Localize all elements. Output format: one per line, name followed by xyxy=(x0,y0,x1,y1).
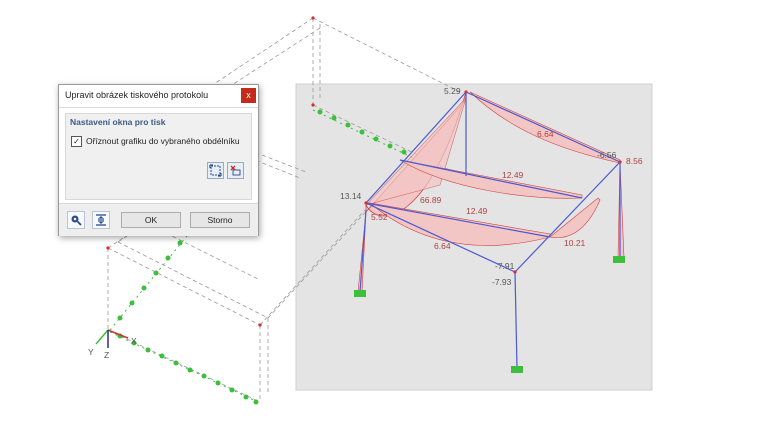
result-label: 10.21 xyxy=(564,238,586,248)
axis-x-label: X xyxy=(131,336,137,346)
result-label: 5.29 xyxy=(444,86,461,96)
dialog-title: Upravit obrázek tiskového protokolu xyxy=(65,90,209,100)
result-label: -7.91 xyxy=(495,261,515,271)
dialog-titlebar[interactable]: Upravit obrázek tiskového protokolu x xyxy=(59,85,258,108)
reset-rectangle-icon[interactable] xyxy=(227,162,244,179)
result-label: 6.64 xyxy=(537,129,554,139)
fit-height-icon[interactable] xyxy=(92,211,110,229)
axis-z-label: Z xyxy=(104,350,109,360)
result-label: 5.52 xyxy=(371,212,388,222)
cancel-button[interactable]: Storno xyxy=(190,212,250,228)
edit-print-image-dialog: Upravit obrázek tiskového protokolu x Na… xyxy=(58,84,259,236)
crop-checkbox-label[interactable]: Oříznout grafiku do vybraného obdélníku xyxy=(86,136,240,146)
coordinate-axes: X Y Z xyxy=(88,329,137,360)
result-label: -6.56 xyxy=(597,150,617,160)
result-label: 12.49 xyxy=(466,206,488,216)
result-label: -7.93 xyxy=(492,277,512,287)
result-label: 8.56 xyxy=(626,156,643,166)
result-label: 6.64 xyxy=(434,241,451,251)
crop-checkbox[interactable]: ✓ xyxy=(71,136,82,147)
group-title: Nastavení okna pro tisk xyxy=(70,117,166,127)
search-info-icon[interactable] xyxy=(67,211,85,229)
result-label: 12.49 xyxy=(502,170,524,180)
axis-y-label: Y xyxy=(88,347,94,357)
select-rectangle-icon[interactable] xyxy=(207,162,224,179)
result-label: 66.89 xyxy=(420,195,442,205)
dialog-footer: OK Storno xyxy=(59,203,258,236)
result-label: 13.14 xyxy=(340,191,362,201)
close-button[interactable]: x xyxy=(241,88,256,103)
ok-button[interactable]: OK xyxy=(121,212,181,228)
print-window-settings-group: Nastavení okna pro tisk ✓ Oříznout grafi… xyxy=(65,113,252,200)
